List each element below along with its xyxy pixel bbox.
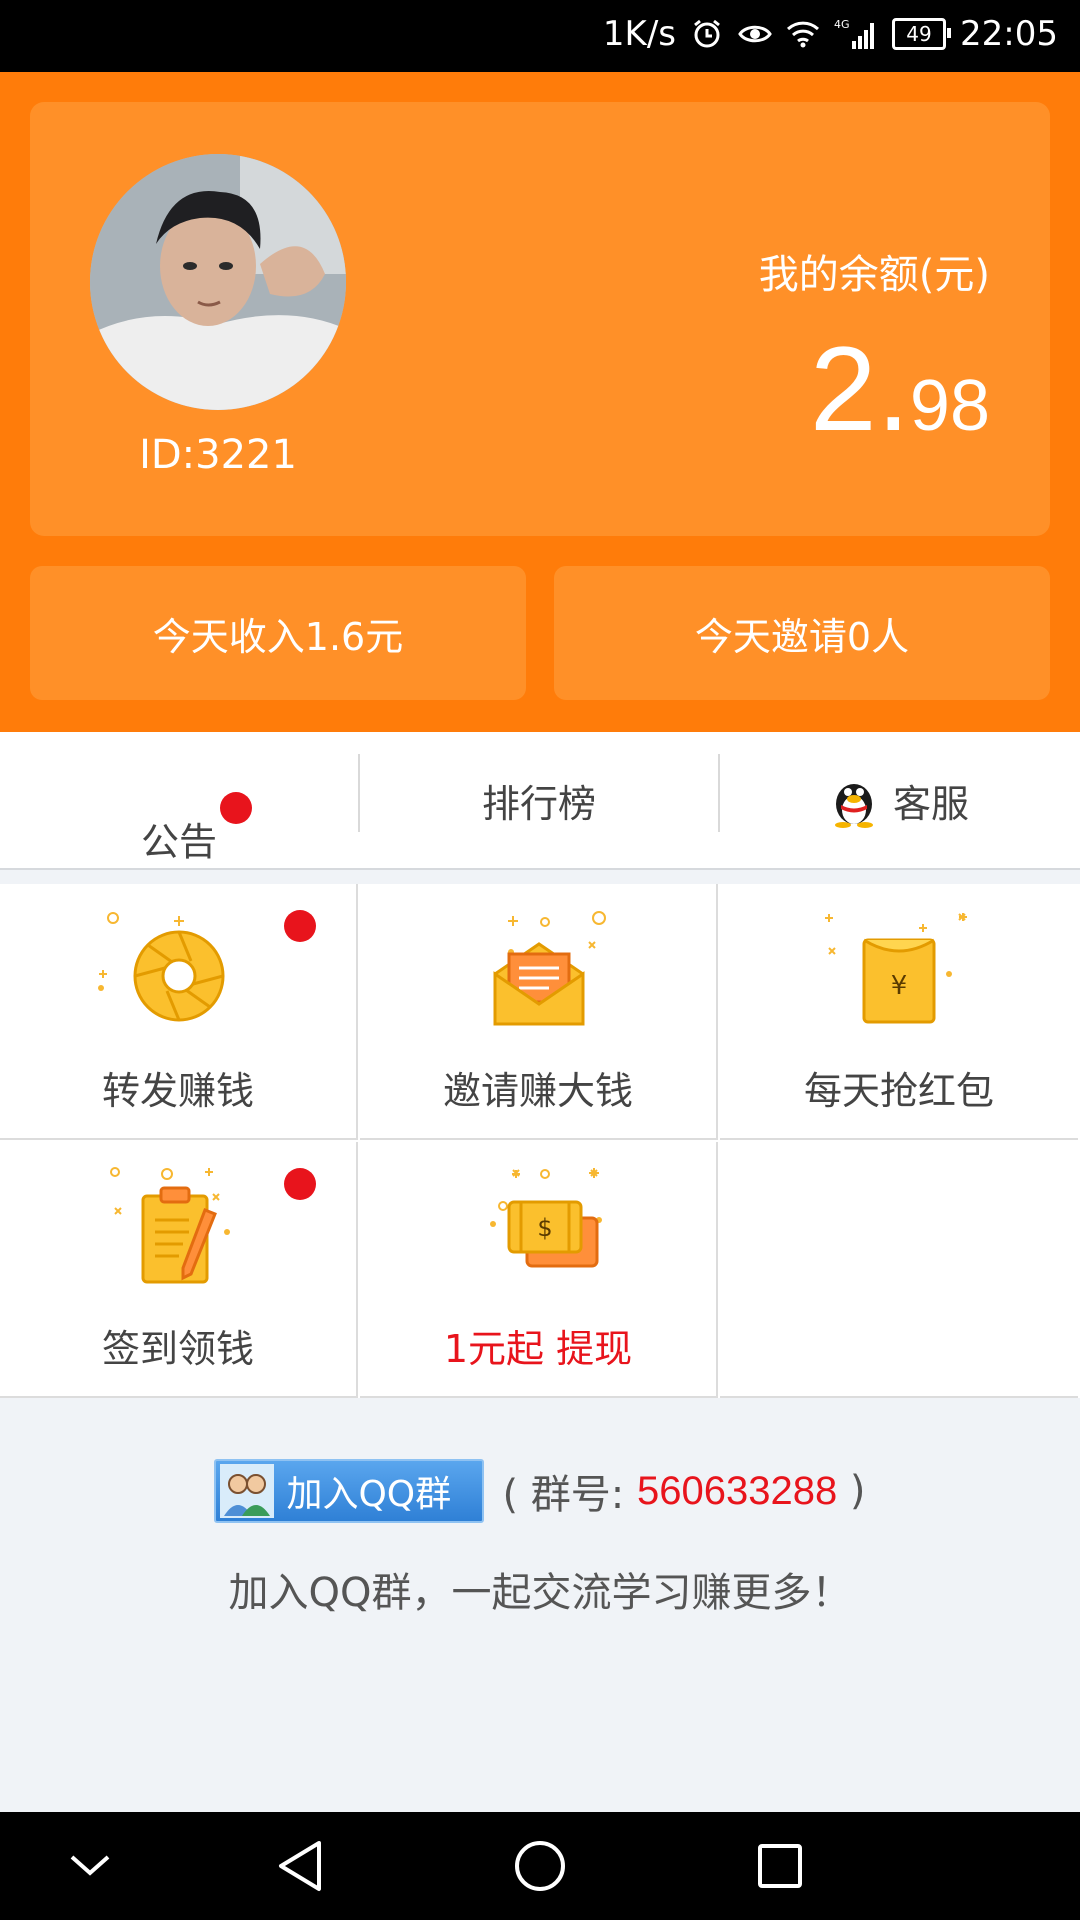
grid-item-redpacket[interactable]: ¥ 每天抢红包 — [720, 884, 1078, 1140]
network-type: 4G — [834, 18, 850, 31]
balance-label: 我的余额(元) — [758, 252, 990, 298]
balance-decimal: 98 — [909, 366, 990, 446]
grid-item-invite-label: 邀请赚大钱 — [442, 1069, 633, 1113]
grid-item-checkin[interactable]: 签到领钱 — [0, 1142, 358, 1398]
grid-item-checkin-label: 签到领钱 — [101, 1327, 254, 1371]
grid-item-invite[interactable]: 邀请赚大钱 — [360, 884, 718, 1140]
qq-group-row: 加入QQ群 ( 群号: 560633288 ) — [0, 1456, 1080, 1526]
balance-card: ID:3221 我的余额(元) 2.98 — [30, 102, 1050, 536]
user-id: ID:3221 — [139, 432, 297, 478]
tab-row: 公告 排行榜 客服 — [0, 732, 1080, 870]
envelope-icon — [439, 904, 639, 1044]
collapse-icon[interactable] — [60, 1836, 120, 1896]
feature-grid: 转发赚钱 邀请赚大钱 ¥ 每天抢红包 签到领钱 $ 1元起 提现 — [0, 884, 1080, 1398]
tab-ranking[interactable]: 排行榜 — [360, 732, 718, 868]
profile-header: ID:3221 我的余额(元) 2.98 今天收入1.6元 今天邀请0人 — [0, 72, 1080, 732]
group-number-prefix: ( 群号: — [502, 1472, 637, 1518]
grid-item-forward-label: 转发赚钱 — [101, 1069, 254, 1113]
avatar[interactable] — [90, 154, 346, 410]
notice-badge-dot — [220, 792, 252, 824]
balance-integer: 2 — [809, 322, 877, 456]
back-icon[interactable] — [270, 1836, 330, 1896]
wifi-icon — [786, 17, 820, 51]
battery-icon: 49 — [892, 18, 952, 50]
tab-notice-label: 公告 — [140, 819, 217, 864]
eye-icon — [738, 17, 772, 51]
join-qq-group-button[interactable]: 加入QQ群 — [214, 1459, 485, 1523]
tab-service[interactable]: 客服 — [720, 732, 1078, 868]
status-bar: 1K/s 4G 49 22:05 — [0, 0, 1080, 72]
group-people-icon — [216, 1461, 278, 1521]
cash-icon: $ — [439, 1162, 639, 1302]
system-nav-bar — [0, 1812, 1080, 1920]
grid-item-redpacket-label: 每天抢红包 — [803, 1069, 994, 1113]
today-income-button[interactable]: 今天收入1.6元 — [30, 566, 526, 700]
aperture-icon — [79, 904, 279, 1044]
join-qq-group-label: 加入QQ群 — [286, 1474, 452, 1515]
qq-group-tagline: 加入QQ群，一起交流学习赚更多！ — [228, 1570, 852, 1616]
cellular-signal-icon: 4G — [834, 17, 878, 51]
alarm-icon — [690, 17, 724, 51]
grid-item-empty — [720, 1142, 1078, 1398]
tab-ranking-label: 排行榜 — [481, 781, 596, 826]
clipboard-icon — [79, 1162, 279, 1302]
tab-notice[interactable]: 公告 — [0, 732, 358, 868]
today-invite-button[interactable]: 今天邀请0人 — [554, 566, 1050, 700]
balance-dot: . — [876, 322, 910, 456]
group-number: 560633288 — [636, 1468, 838, 1513]
tab-service-label: 客服 — [892, 781, 969, 826]
recents-icon[interactable] — [750, 1836, 810, 1896]
svg-text:¥: ¥ — [891, 971, 908, 1001]
network-speed: 1K/s — [602, 14, 677, 54]
forward-badge-dot — [284, 910, 316, 942]
grid-item-withdraw-label: 1元起 提现 — [443, 1327, 633, 1371]
home-icon[interactable] — [510, 1836, 570, 1896]
grid-item-withdraw[interactable]: $ 1元起 提现 — [360, 1142, 718, 1398]
grid-item-forward[interactable]: 转发赚钱 — [0, 884, 358, 1140]
checkin-badge-dot — [284, 1168, 316, 1200]
red-packet-icon: ¥ — [799, 904, 999, 1044]
group-number-suffix: ) — [837, 1468, 866, 1514]
clock: 22:05 — [960, 14, 1058, 54]
svg-text:$: $ — [537, 1214, 552, 1242]
qq-penguin-icon — [829, 772, 879, 828]
balance-amount: 2.98 — [810, 320, 990, 458]
